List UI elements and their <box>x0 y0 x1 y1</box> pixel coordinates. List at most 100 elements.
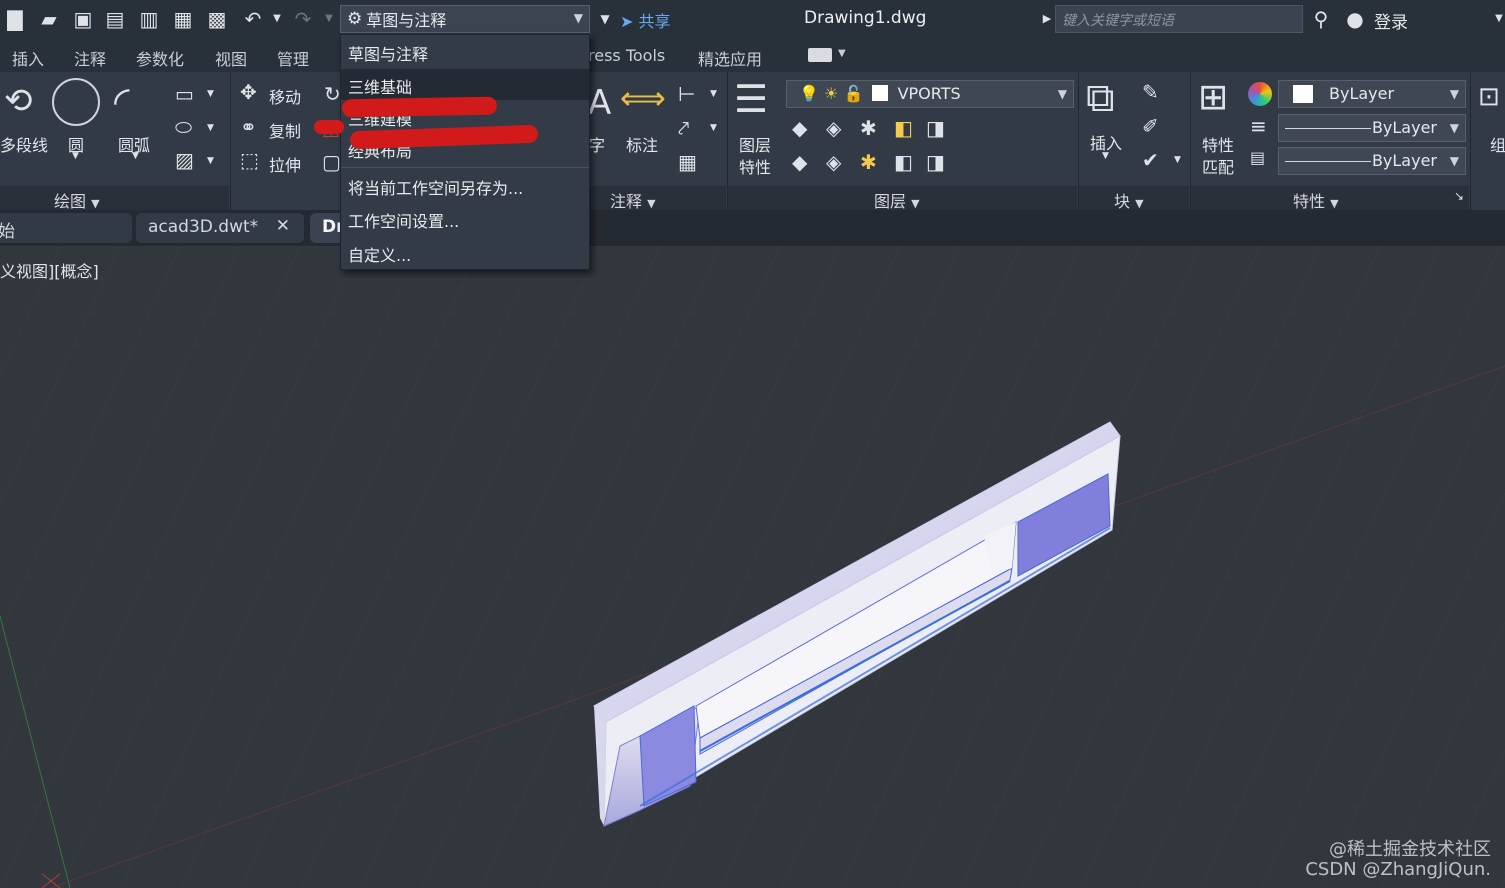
group-icon[interactable]: ⊡ <box>1478 84 1500 110</box>
move-icon[interactable]: ✥ <box>240 82 257 102</box>
dimension-icon[interactable]: ⟺ <box>620 82 666 114</box>
drawing-viewport[interactable] <box>0 246 1505 888</box>
leader-icon[interactable]: ⤤ <box>678 118 689 138</box>
polyline-label[interactable]: 多段线 <box>0 132 48 156</box>
customize-qat-icon[interactable]: ▼ <box>592 6 618 32</box>
chevron-down-icon[interactable]: ▼ <box>1102 152 1109 161</box>
workspace-selector[interactable]: ⚙ 草图与注释 ▼ <box>340 5 590 33</box>
linear-dimension-icon[interactable]: ⊢ <box>678 84 695 104</box>
lineweight-dropdown[interactable]: ByLayer ▼ <box>1278 147 1466 175</box>
text-icon[interactable]: A <box>588 86 611 120</box>
menu-item-save-workspace-as[interactable]: 将当前工作空间另存为... <box>341 170 589 201</box>
lineweight-icon[interactable]: ≡ <box>1250 116 1267 136</box>
chevron-down-icon[interactable]: ▼ <box>1174 156 1181 165</box>
tab-insert[interactable]: 插入 <box>12 46 44 70</box>
tab-annotate[interactable]: 注释 <box>74 46 106 70</box>
viewport-controls-label[interactable]: 义视图][概念] <box>0 258 99 282</box>
tab-parametric[interactable]: 参数化 <box>136 46 184 70</box>
group-label-fragment[interactable]: 组 <box>1490 132 1505 156</box>
draw-panel-title[interactable]: 绘图 ▼ <box>54 188 100 212</box>
layer-properties-icon[interactable]: ☰ <box>734 80 768 118</box>
color-wheel-icon[interactable] <box>1248 82 1272 106</box>
chevron-down-icon[interactable]: ▼ <box>710 124 717 133</box>
polyline-icon[interactable]: ⟲ <box>4 84 33 118</box>
layer-unisolate-icon[interactable]: ◈ <box>826 152 841 172</box>
layer-properties-label-1[interactable]: 图层 <box>739 132 771 156</box>
menu-item-workspace-settings[interactable]: 工作空间设置... <box>341 203 589 234</box>
text-label-fragment[interactable]: 字 <box>589 132 605 156</box>
scale-icon[interactable]: ▢ <box>322 152 341 172</box>
rotate-icon[interactable]: ↻ <box>324 84 341 104</box>
arc-icon[interactable]: ◜ <box>114 82 130 122</box>
layer-dropdown[interactable]: 💡 ☀ 🔓 VPORTS ▼ <box>786 80 1074 108</box>
model-canvas[interactable] <box>0 246 1505 888</box>
tab-featured-apps[interactable]: 精选应用 <box>698 46 762 70</box>
tab-acad3d[interactable]: acad3D.dwt* ✕ <box>136 213 304 243</box>
layer-properties-label-2[interactable]: 特性 <box>739 154 771 178</box>
chevron-down-icon[interactable]: ▼ <box>207 124 214 133</box>
block-panel-title[interactable]: 块 ▼ <box>1114 188 1144 212</box>
chevron-down-icon[interactable]: ▼ <box>838 48 846 59</box>
tab-start[interactable]: 始 <box>0 213 132 243</box>
layer-off-icon[interactable]: ◆ <box>792 118 807 138</box>
stretch-icon[interactable]: ⬚ <box>240 150 259 170</box>
layer-previous-icon[interactable]: ◨ <box>926 152 945 172</box>
stretch-label[interactable]: 拉伸 <box>269 152 301 176</box>
redo-icon[interactable]: ↷ <box>290 6 316 32</box>
chevron-down-icon[interactable]: ▼ <box>1486 6 1505 32</box>
create-block-icon[interactable]: ✎ <box>1142 82 1159 102</box>
move-label[interactable]: 移动 <box>269 84 301 108</box>
tab-view[interactable]: 视图 <box>215 46 247 70</box>
match-properties-label-1[interactable]: 特性 <box>1202 132 1234 156</box>
hatch-icon[interactable]: ▨ <box>175 150 194 170</box>
copy-icon[interactable]: ⚭ <box>240 117 257 137</box>
layer-thaw-icon[interactable]: ✱ <box>860 152 877 172</box>
redo-dropdown-icon[interactable]: ▼ <box>316 6 342 32</box>
ellipse-icon[interactable]: ⬭ <box>175 117 192 137</box>
close-icon[interactable]: ✕ <box>276 216 290 236</box>
open-folder-icon[interactable]: ▰ <box>36 6 62 32</box>
new-file-icon[interactable]: ▇ <box>2 6 28 32</box>
table-icon[interactable]: ▦ <box>678 152 697 172</box>
layer-on-icon[interactable]: ◆ <box>792 152 807 172</box>
chevron-down-icon[interactable]: ▼ <box>207 90 214 99</box>
color-dropdown[interactable]: ByLayer ▼ <box>1278 80 1466 108</box>
layer-isolate-icon[interactable]: ◈ <box>826 118 841 138</box>
search-icon[interactable]: ⚲ <box>1308 6 1334 32</box>
tab-express-tools[interactable]: ress Tools <box>588 46 665 65</box>
undo-dropdown-icon[interactable]: ▼ <box>264 6 290 32</box>
layer-lock-icon[interactable]: ◧ <box>894 118 913 138</box>
match-properties-icon[interactable]: ⊞ <box>1198 80 1228 116</box>
block-attribute-icon[interactable]: ✔ <box>1142 150 1159 170</box>
insert-block-icon[interactable]: ⧉ <box>1086 78 1115 118</box>
match-properties-label-2[interactable]: 匹配 <box>1202 154 1234 178</box>
save-icon[interactable]: ▣ <box>70 6 96 32</box>
panel-toggle-icon[interactable] <box>808 48 832 62</box>
save-as-icon[interactable]: ▤ <box>102 6 128 32</box>
chevron-down-icon[interactable]: ▼ <box>72 152 79 161</box>
publish-icon[interactable]: ▥ <box>136 6 162 32</box>
layer-match-icon[interactable]: ◨ <box>926 118 945 138</box>
chevron-down-icon[interactable]: ▼ <box>710 90 717 99</box>
print-icon[interactable]: ▩ <box>204 6 230 32</box>
plot-icon[interactable]: ▦ <box>170 6 196 32</box>
menu-item-3d-basics[interactable]: 三维基础 <box>341 69 589 100</box>
linetype-icon[interactable]: ▤ <box>1250 150 1265 166</box>
layer-unlock-icon[interactable]: ◧ <box>894 152 913 172</box>
circle-icon[interactable] <box>52 78 100 126</box>
share-button[interactable]: ➤ 共享 <box>620 8 671 32</box>
annotation-panel-title[interactable]: 注释 ▼ <box>610 188 656 212</box>
dimension-label[interactable]: 标注 <box>626 132 658 156</box>
chevron-down-icon[interactable]: ▼ <box>207 157 214 166</box>
login-button[interactable]: 登录 <box>1374 8 1408 33</box>
search-input[interactable]: 键入关键字或短语 <box>1055 5 1303 33</box>
properties-panel-title[interactable]: 特性 ▼ <box>1293 188 1339 212</box>
copy-label[interactable]: 复制 <box>269 118 301 142</box>
layer-freeze-icon[interactable]: ✱ <box>860 118 877 138</box>
linetype-dropdown[interactable]: ByLayer ▼ <box>1278 114 1466 142</box>
rectangle-icon[interactable]: ▭ <box>175 84 194 104</box>
menu-item-drafting-annotation[interactable]: 草图与注释 <box>341 36 589 67</box>
undo-icon[interactable]: ↶ <box>240 6 266 32</box>
menu-item-customize[interactable]: 自定义... <box>341 237 589 268</box>
edit-block-icon[interactable]: ✐ <box>1142 116 1159 136</box>
